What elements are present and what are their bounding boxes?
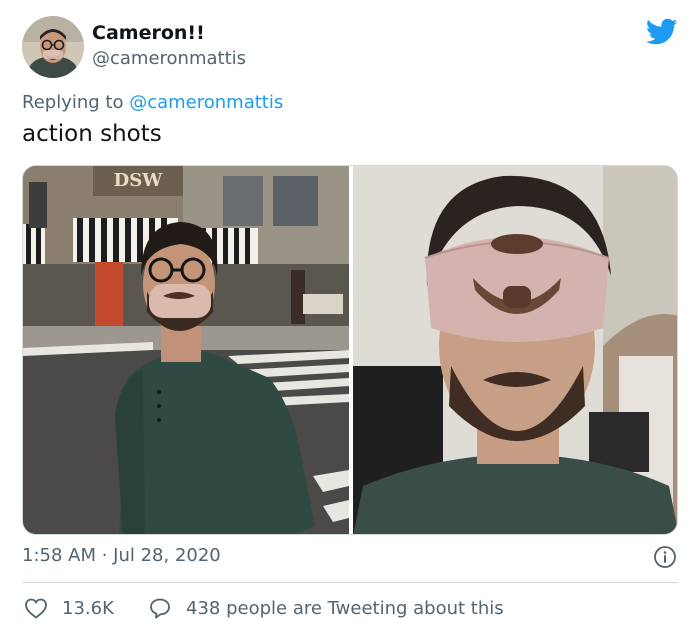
replying-to: Replying to @cameronmattis [22,92,283,113]
store-sign: DSW [114,170,164,191]
photo-street-action-shot[interactable]: DSW [23,166,349,535]
conversation-action[interactable]: 438 people are Tweeting about this [148,597,504,619]
twitter-bird-icon[interactable] [646,18,678,46]
replying-to-prefix: Replying to [22,92,124,113]
speech-bubble-icon[interactable] [148,597,172,619]
avatar-image [22,16,84,78]
tweet-timestamp[interactable]: 1:58 AM · Jul 28, 2020 [22,545,221,566]
like-action[interactable]: 13.6K [24,597,114,619]
author-display-name[interactable]: Cameron!! [92,22,205,44]
tweet-media: DSW [22,165,678,535]
tweet-text: action shots [22,121,162,147]
divider [22,582,678,583]
replying-to-mention[interactable]: @cameronmattis [129,92,283,113]
heart-icon[interactable] [24,597,48,619]
tweet-card: Cameron!! @cameronmattis Replying to @ca… [0,0,700,636]
info-icon[interactable] [653,545,677,569]
author-handle[interactable]: @cameronmattis [92,48,246,69]
conversation-count: 438 people are Tweeting about this [186,597,504,619]
avatar[interactable] [22,16,84,78]
like-count: 13.6K [62,597,114,619]
photo-eye-mask-selfie[interactable] [353,166,678,535]
